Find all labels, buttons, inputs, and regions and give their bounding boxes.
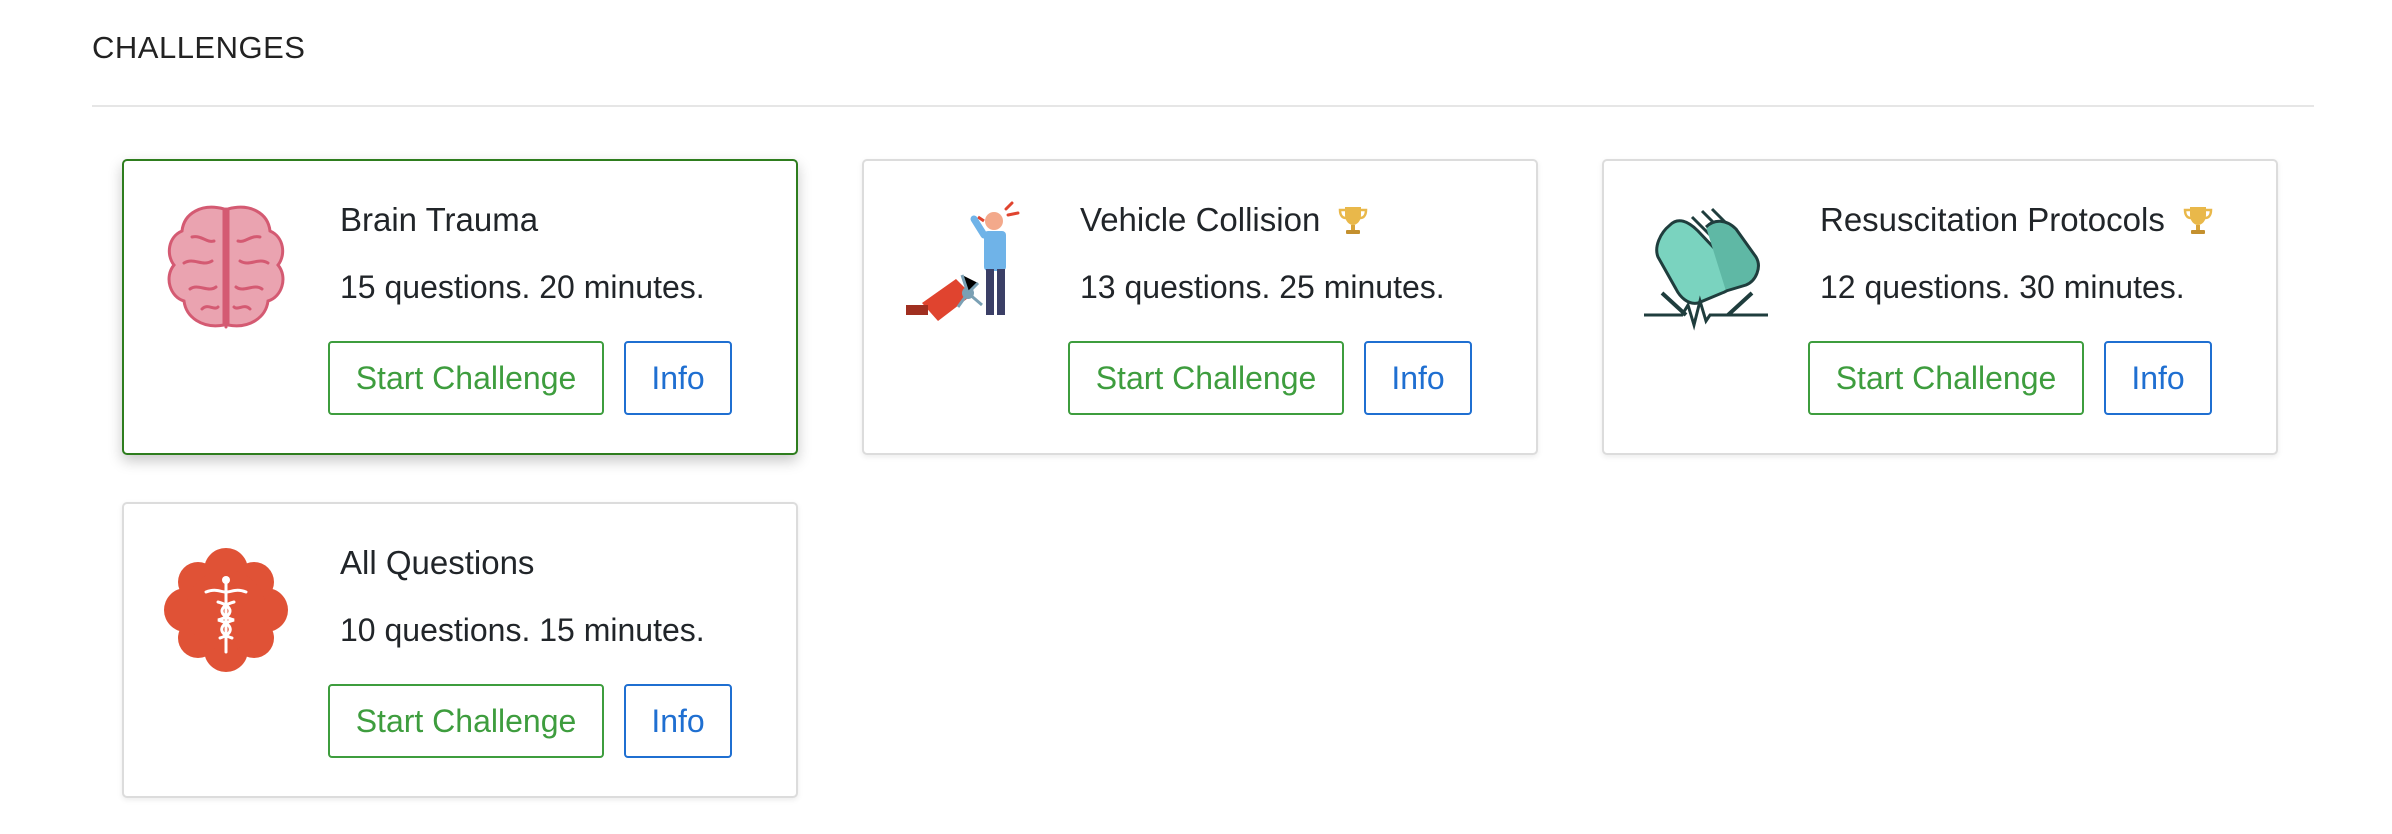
challenge-card-brain-trauma[interactable]: Brain Trauma 15 questions. 20 minutes. S… <box>122 159 798 455</box>
start-challenge-button[interactable]: Start Challenge <box>328 341 604 415</box>
challenges-page: CHALLENGES Brain Trauma 15 questions. 20… <box>0 0 2392 834</box>
challenge-title-text: Vehicle Collision <box>1080 201 1321 238</box>
trophy-icon <box>1336 203 1370 237</box>
info-button[interactable]: Info <box>1364 341 1472 415</box>
section-title: CHALLENGES <box>92 30 306 65</box>
challenge-title: Resuscitation Protocols <box>1820 201 2215 239</box>
info-button[interactable]: Info <box>624 341 732 415</box>
info-button[interactable]: Info <box>2104 341 2212 415</box>
challenge-card-all-questions[interactable]: All Questions 10 questions. 15 minutes. … <box>122 502 798 798</box>
challenge-title-text: Resuscitation Protocols <box>1820 201 2165 238</box>
resuscitation-hands-icon <box>1642 197 1770 337</box>
challenge-title: Brain Trauma <box>340 201 538 239</box>
challenge-title: All Questions <box>340 544 534 582</box>
challenge-description: 15 questions. 20 minutes. <box>340 269 705 305</box>
start-challenge-button[interactable]: Start Challenge <box>1808 341 2084 415</box>
challenge-title-text: All Questions <box>340 544 535 581</box>
challenge-title: Vehicle Collision <box>1080 201 1370 239</box>
start-challenge-button[interactable]: Start Challenge <box>328 684 604 758</box>
brain-icon <box>162 197 290 337</box>
challenge-card-resuscitation-protocols[interactable]: Resuscitation Protocols 12 questions. 30… <box>1602 159 2278 455</box>
start-challenge-button[interactable]: Start Challenge <box>1068 341 1344 415</box>
trophy-icon <box>2181 203 2215 237</box>
medical-caduceus-icon <box>162 540 290 680</box>
challenge-card-vehicle-collision[interactable]: Vehicle Collision 13 questions. 25 minut… <box>862 159 1538 455</box>
challenge-description: 10 questions. 15 minutes. <box>340 612 705 648</box>
vehicle-collision-icon <box>902 197 1030 337</box>
section-divider <box>92 105 2314 107</box>
challenge-description: 12 questions. 30 minutes. <box>1820 269 2185 305</box>
challenge-description: 13 questions. 25 minutes. <box>1080 269 1445 305</box>
info-button[interactable]: Info <box>624 684 732 758</box>
challenge-title-text: Brain Trauma <box>340 201 539 238</box>
